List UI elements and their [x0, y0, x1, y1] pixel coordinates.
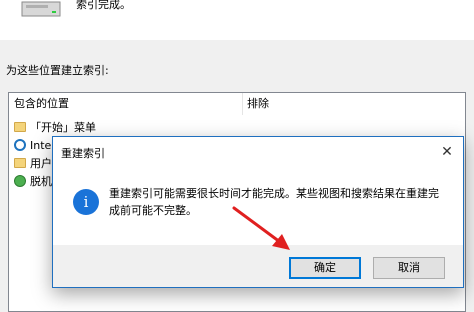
- column-divider: [242, 93, 243, 115]
- location-row-internet[interactable]: Inter: [14, 137, 56, 153]
- status-area: 索引完成。: [0, 0, 474, 40]
- cancel-button[interactable]: 取消: [373, 257, 445, 279]
- location-row-users[interactable]: 用户: [14, 155, 52, 171]
- red-arrow-icon: [232, 206, 290, 250]
- folder-icon: [14, 158, 26, 168]
- location-label: 用户: [30, 157, 52, 170]
- drive-icon: [21, 1, 61, 17]
- close-icon[interactable]: ✕: [437, 142, 457, 162]
- location-label: 「开始」菜单: [30, 121, 96, 134]
- location-label: 脱机: [30, 175, 52, 188]
- column-header-exclude[interactable]: 排除: [247, 93, 269, 115]
- ok-button[interactable]: 确定: [289, 257, 361, 279]
- locations-section-label: 为这些位置建立索引:: [6, 64, 109, 77]
- column-header-included[interactable]: 包含的位置: [14, 93, 69, 115]
- internet-explorer-icon: [14, 139, 26, 151]
- location-row-offline[interactable]: 脱机: [14, 173, 52, 189]
- location-row-start-menu[interactable]: 「开始」菜单: [14, 119, 96, 135]
- folder-icon: [14, 122, 26, 132]
- dialog-title: 重建索引: [61, 147, 105, 160]
- offline-files-icon: [14, 175, 26, 187]
- index-status-text: 索引完成。: [76, 0, 131, 11]
- dialog-titlebar[interactable]: 重建索引 ✕: [53, 137, 463, 167]
- info-icon: i: [73, 189, 99, 215]
